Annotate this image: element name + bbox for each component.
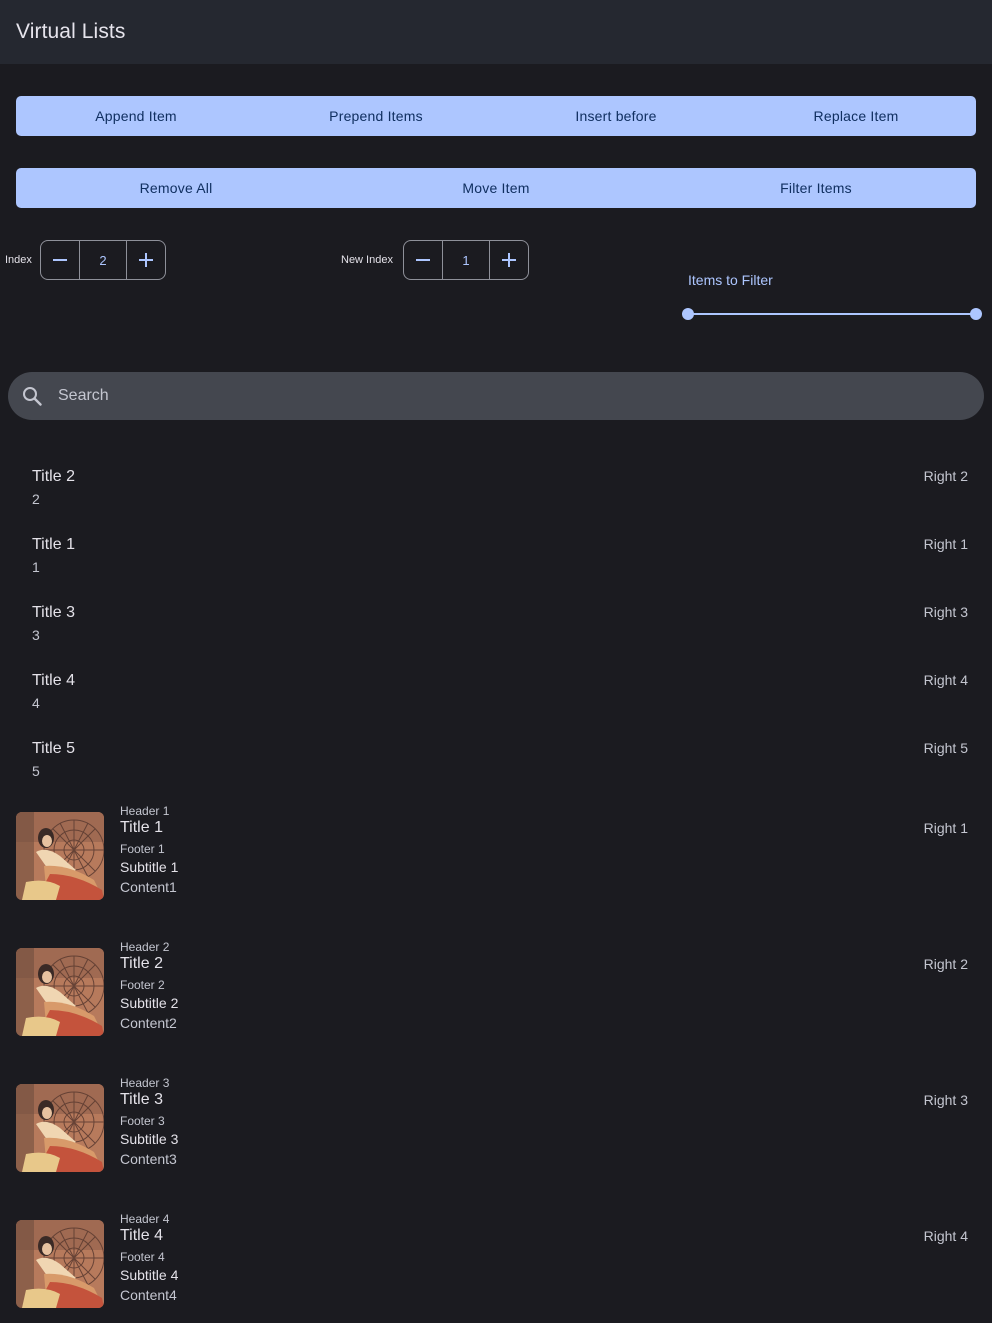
- item-content: Content2: [120, 1015, 177, 1031]
- plus-icon: [139, 253, 153, 267]
- painting-thumbnail: [16, 948, 104, 1036]
- item-footer: Footer 1: [120, 842, 165, 856]
- item-right-text: Right 1: [923, 536, 968, 552]
- item-right-text: Right 3: [923, 604, 968, 620]
- page-title: Virtual Lists: [16, 20, 126, 43]
- item-subtitle: 3: [32, 627, 40, 643]
- index-value[interactable]: 2: [80, 240, 126, 280]
- rich-list-item[interactable]: Header 2 Title 2 Footer 2 Subtitle 2 Con…: [0, 940, 992, 1076]
- item-title: Title 3: [32, 604, 75, 621]
- minus-icon: [53, 259, 67, 261]
- minus-icon: [416, 259, 430, 261]
- item-right-text: Right 1: [923, 820, 968, 836]
- index-increment-button[interactable]: [126, 240, 166, 280]
- index-decrement-button[interactable]: [40, 240, 80, 280]
- list-item[interactable]: Title 4 4 Right 4: [0, 664, 992, 732]
- item-right-text: Right 5: [923, 740, 968, 756]
- search-input[interactable]: [58, 372, 958, 420]
- item-title: Title 5: [32, 740, 75, 757]
- item-content: Content4: [120, 1287, 177, 1303]
- index-label: Index: [5, 254, 32, 266]
- new-index-decrement-button[interactable]: [403, 240, 443, 280]
- remove-all-button[interactable]: Remove All: [16, 168, 336, 208]
- item-header: Header 4: [120, 1212, 170, 1226]
- list-item[interactable]: Title 3 3 Right 3: [0, 596, 992, 664]
- move-item-button[interactable]: Move Item: [336, 168, 656, 208]
- item-title: Title 1: [32, 536, 75, 553]
- item-header: Header 2: [120, 940, 170, 954]
- list-item[interactable]: Title 2 2 Right 2: [0, 460, 992, 528]
- filter-range-slider[interactable]: [682, 306, 982, 322]
- plus-icon: [502, 253, 516, 267]
- slider-start-thumb[interactable]: [682, 308, 694, 320]
- painting-thumbnail: [16, 1084, 104, 1172]
- item-right-text: Right 4: [923, 1228, 968, 1244]
- search-icon: [23, 387, 42, 406]
- item-header: Header 3: [120, 1076, 170, 1090]
- painting-thumbnail: [16, 812, 104, 900]
- item-subtitle: 2: [32, 491, 40, 507]
- item-subtitle: 1: [32, 559, 40, 575]
- action-button-group-1: Append Item Prepend Items Insert before …: [16, 96, 976, 136]
- search-bar[interactable]: [8, 372, 984, 420]
- item-right-text: Right 3: [923, 1092, 968, 1108]
- item-right-text: Right 4: [923, 672, 968, 688]
- item-subtitle: 4: [32, 695, 40, 711]
- insert-before-button[interactable]: Insert before: [496, 96, 736, 136]
- replace-item-button[interactable]: Replace Item: [736, 96, 976, 136]
- item-content: Content3: [120, 1151, 177, 1167]
- prepend-items-button[interactable]: Prepend Items: [256, 96, 496, 136]
- action-button-group-2: Remove All Move Item Filter Items: [16, 168, 976, 208]
- item-subtitle: Subtitle 1: [120, 859, 179, 875]
- slider-track: [688, 313, 976, 315]
- item-right-text: Right 2: [923, 956, 968, 972]
- new-index-stepper: 1: [403, 240, 529, 280]
- items-to-filter-label: Items to Filter: [688, 272, 773, 288]
- item-subtitle: Subtitle 4: [120, 1267, 179, 1283]
- item-title: Title 4: [120, 1227, 163, 1244]
- item-title: Title 1: [120, 819, 163, 836]
- item-title: Title 2: [120, 955, 163, 972]
- new-index-increment-button[interactable]: [489, 240, 529, 280]
- item-content: Content1: [120, 879, 177, 895]
- item-footer: Footer 4: [120, 1250, 165, 1264]
- item-title: Title 3: [120, 1091, 163, 1108]
- list-item[interactable]: Title 5 5 Right 5: [0, 732, 992, 800]
- item-title: Title 2: [32, 468, 75, 485]
- item-header: Header 1: [120, 804, 170, 818]
- new-index-value[interactable]: 1: [443, 240, 489, 280]
- list-item[interactable]: Title 1 1 Right 1: [0, 528, 992, 596]
- app-bar: Virtual Lists: [0, 0, 992, 64]
- rich-list-item[interactable]: Header 3 Title 3 Footer 3 Subtitle 3 Con…: [0, 1076, 992, 1212]
- painting-thumbnail: [16, 1220, 104, 1308]
- item-subtitle: 5: [32, 763, 40, 779]
- new-index-label: New Index: [341, 254, 393, 266]
- index-stepper: 2: [40, 240, 166, 280]
- item-footer: Footer 2: [120, 978, 165, 992]
- rich-list-item[interactable]: Header 4 Title 4 Footer 4 Subtitle 4 Con…: [0, 1212, 992, 1323]
- item-footer: Footer 3: [120, 1114, 165, 1128]
- item-title: Title 4: [32, 672, 75, 689]
- rich-list-item[interactable]: Header 1 Title 1 Footer 1 Subtitle 1 Con…: [0, 804, 992, 940]
- item-right-text: Right 2: [923, 468, 968, 484]
- slider-end-thumb[interactable]: [970, 308, 982, 320]
- item-subtitle: Subtitle 3: [120, 1131, 179, 1147]
- item-subtitle: Subtitle 2: [120, 995, 179, 1011]
- append-item-button[interactable]: Append Item: [16, 96, 256, 136]
- filter-items-button[interactable]: Filter Items: [656, 168, 976, 208]
